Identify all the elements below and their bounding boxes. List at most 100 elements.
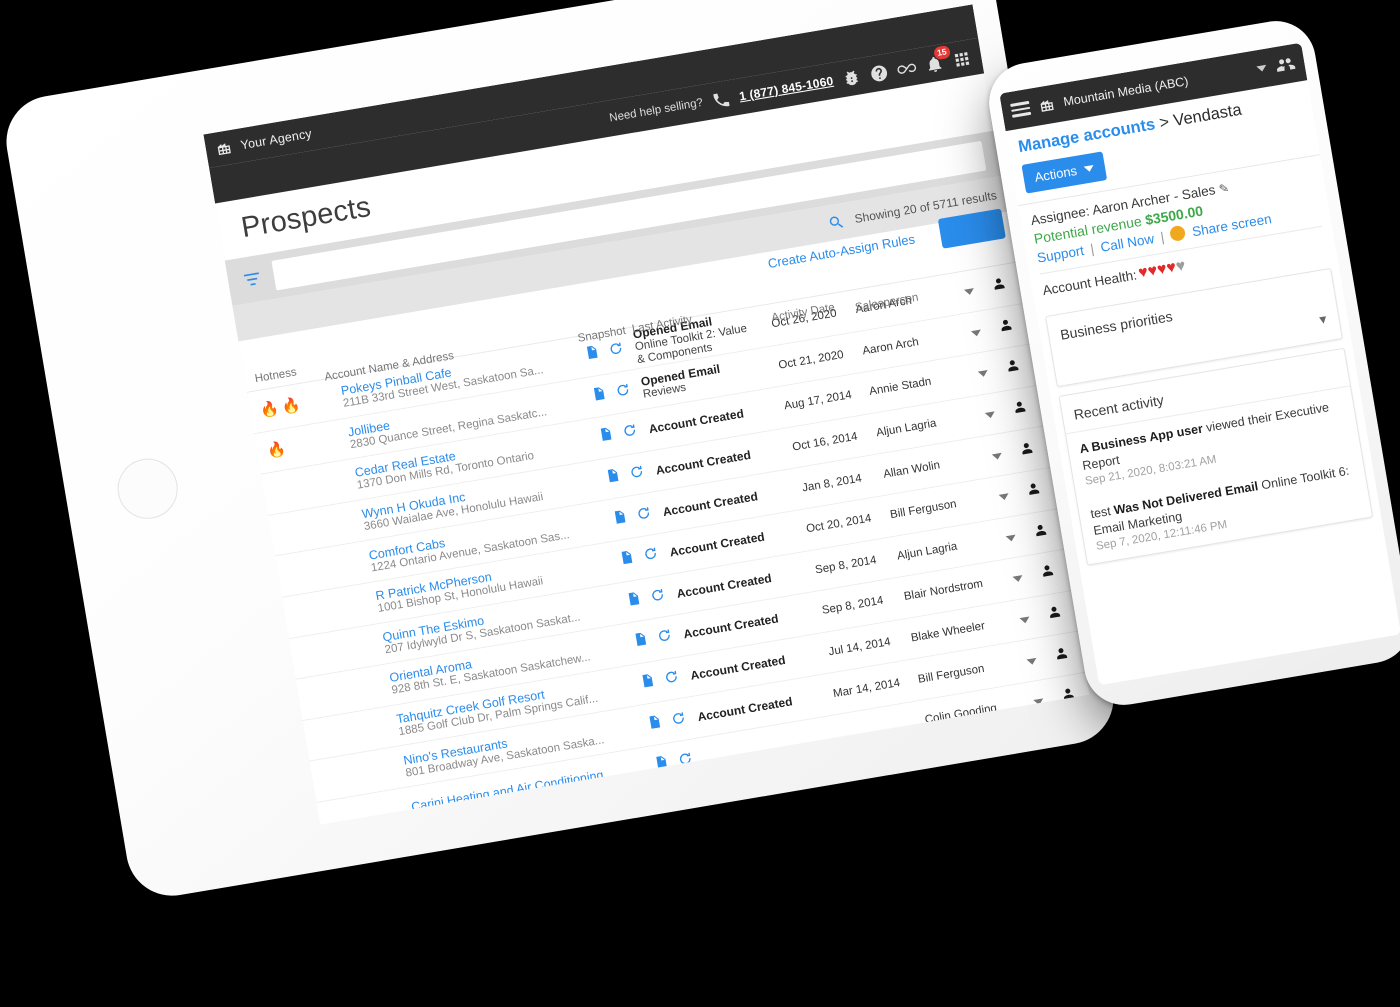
row-snapshot[interactable] xyxy=(607,542,671,574)
row-assign-icon[interactable] xyxy=(1038,602,1071,627)
breadcrumb-separator: > xyxy=(1158,112,1171,133)
filter-icon[interactable] xyxy=(241,268,264,291)
refresh-icon[interactable] xyxy=(656,629,675,649)
activity-title: Account Created xyxy=(682,611,780,642)
row-snapshot[interactable] xyxy=(635,706,699,738)
hamburger-menu-icon[interactable] xyxy=(1010,98,1032,121)
refresh-icon[interactable] xyxy=(677,752,696,772)
snapshot-report-icon[interactable] xyxy=(612,510,630,530)
refresh-icon[interactable] xyxy=(628,465,647,485)
row-assign-icon[interactable] xyxy=(1052,684,1085,709)
account-health-label: Account Health: xyxy=(1041,266,1138,298)
bug-icon[interactable] xyxy=(841,67,863,89)
row-activity-date: Mar 14, 2014 xyxy=(832,676,902,700)
row-snapshot[interactable] xyxy=(587,419,651,451)
row-assign-icon[interactable] xyxy=(1031,561,1064,586)
row-last-activity: Account Created xyxy=(655,444,775,478)
row-hotness xyxy=(298,646,370,658)
snapshot-report-icon[interactable] xyxy=(619,551,637,571)
chevron-down-icon xyxy=(1083,164,1095,173)
row-hotness xyxy=(319,769,391,781)
row-snapshot[interactable] xyxy=(642,747,706,779)
row-assign-icon[interactable] xyxy=(1017,479,1050,504)
row-assign-icon[interactable] xyxy=(990,315,1023,340)
row-assign-icon[interactable] xyxy=(983,274,1016,299)
row-dropdown-icon[interactable] xyxy=(1016,649,1048,672)
snapshot-report-icon[interactable] xyxy=(598,428,616,448)
row-dropdown-icon[interactable] xyxy=(988,485,1020,508)
account-health-rating: ♥♥♥♥♥ xyxy=(1137,257,1187,282)
infinity-icon[interactable] xyxy=(896,57,918,79)
refresh-icon[interactable] xyxy=(663,670,682,690)
actions-button[interactable]: Actions xyxy=(1021,151,1107,194)
column-header-menu xyxy=(950,263,979,268)
row-snapshot[interactable] xyxy=(580,378,644,410)
row-assign-icon[interactable] xyxy=(1003,397,1036,422)
row-dropdown-icon[interactable] xyxy=(1023,690,1055,713)
share-screen-icon xyxy=(1169,224,1187,243)
activity-title: Account Created xyxy=(696,693,794,724)
refresh-icon[interactable] xyxy=(670,711,689,731)
row-last-activity: Account Created xyxy=(648,403,768,437)
row-hotness xyxy=(291,605,363,617)
snapshot-report-icon[interactable] xyxy=(626,592,644,612)
refresh-icon[interactable] xyxy=(621,424,640,444)
search-icon[interactable] xyxy=(827,212,847,232)
row-dropdown-icon[interactable] xyxy=(1009,608,1041,631)
snapshot-report-icon[interactable] xyxy=(591,387,609,407)
tablet-device: Your Agency Need help selling? 1 (877) 8… xyxy=(0,0,1121,903)
row-snapshot[interactable] xyxy=(600,501,664,533)
row-dropdown-icon[interactable] xyxy=(960,321,992,344)
row-activity-date: Oct 21, 2020 xyxy=(777,348,845,372)
call-now-link[interactable]: Call Now xyxy=(1099,231,1155,255)
row-assign-icon[interactable] xyxy=(1010,438,1043,463)
pencil-icon[interactable]: ✎ xyxy=(1218,181,1230,196)
row-dropdown-icon[interactable] xyxy=(1002,567,1034,590)
refresh-icon[interactable] xyxy=(635,506,654,526)
grid-apps-icon[interactable] xyxy=(951,48,973,70)
building-icon xyxy=(215,139,233,157)
bell-icon[interactable]: 15 xyxy=(923,44,952,75)
row-dropdown-icon[interactable] xyxy=(981,444,1013,467)
refresh-icon[interactable] xyxy=(608,342,627,362)
actions-button-label: Actions xyxy=(1033,162,1079,185)
phone-icon xyxy=(710,89,732,111)
refresh-icon[interactable] xyxy=(649,588,668,608)
row-snapshot[interactable] xyxy=(628,665,692,697)
chevron-down-icon[interactable] xyxy=(1256,64,1268,73)
row-snapshot[interactable] xyxy=(614,583,678,615)
row-assign-icon[interactable] xyxy=(1024,520,1057,545)
chevron-down-icon[interactable]: ▾ xyxy=(1318,310,1328,327)
support-link[interactable]: Support xyxy=(1036,243,1085,266)
tablet-home-button[interactable] xyxy=(113,454,183,524)
help-icon[interactable] xyxy=(868,62,890,84)
snapshot-report-icon[interactable] xyxy=(584,346,602,366)
row-salesperson: Blair Nordstrom xyxy=(903,578,984,604)
row-snapshot[interactable] xyxy=(593,460,657,492)
row-snapshot[interactable] xyxy=(621,624,685,656)
row-assign-icon[interactable] xyxy=(996,356,1029,381)
row-salesperson: Annie Stadn xyxy=(868,376,933,399)
snapshot-report-icon[interactable] xyxy=(633,633,651,653)
row-assign-icon[interactable] xyxy=(1045,643,1078,668)
column-header-assign xyxy=(980,258,1009,263)
row-dropdown-icon[interactable] xyxy=(974,403,1006,426)
row-dropdown-icon[interactable] xyxy=(953,280,985,303)
row-activity-date: Oct 20, 2014 xyxy=(805,512,873,536)
snapshot-report-icon[interactable] xyxy=(653,756,671,776)
recent-activity-card: Recent activity A Business App user view… xyxy=(1058,347,1374,566)
snapshot-report-icon[interactable] xyxy=(646,715,664,735)
refresh-icon[interactable] xyxy=(642,547,661,567)
snapshot-report-icon[interactable] xyxy=(639,674,657,694)
row-dropdown-icon[interactable] xyxy=(995,526,1027,549)
row-dropdown-icon[interactable] xyxy=(967,362,999,385)
refresh-icon[interactable] xyxy=(614,383,633,403)
row-last-activity: Account Created xyxy=(689,649,809,683)
activity-title: Account Created xyxy=(654,447,752,478)
row-hotness xyxy=(277,523,349,535)
row-last-activity: Account Created xyxy=(696,690,816,724)
agency-name: Your Agency xyxy=(239,126,313,153)
snapshot-report-icon[interactable] xyxy=(605,469,623,489)
support-phone-number[interactable]: 1 (877) 845-1060 xyxy=(738,74,834,104)
people-icon[interactable] xyxy=(1274,53,1297,76)
